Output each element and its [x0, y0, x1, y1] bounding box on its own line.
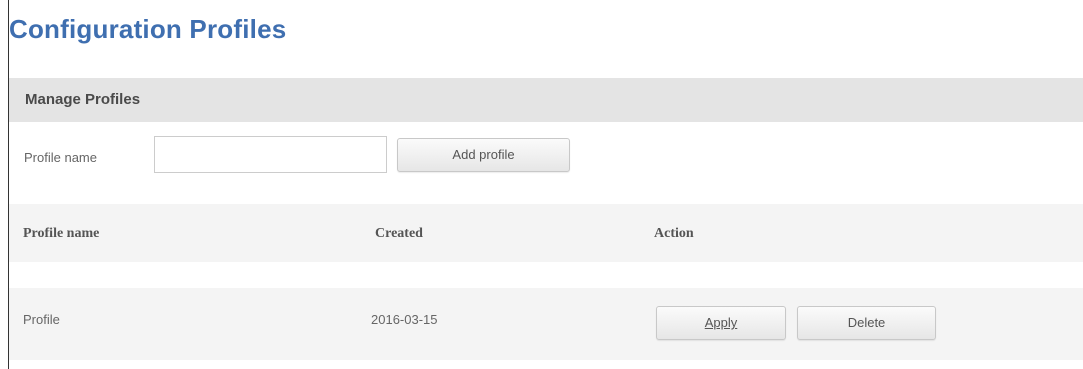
column-header-action: Action — [654, 226, 694, 241]
profile-name-cell: Profile — [23, 312, 60, 327]
manage-profiles-header: Manage Profiles — [9, 78, 1083, 122]
column-header-created: Created — [375, 226, 423, 241]
profile-name-input[interactable] — [154, 136, 387, 173]
page-title: Configuration Profiles — [9, 14, 287, 44]
table-spacer — [9, 262, 1083, 288]
main-panel: Configuration Profiles Manage Profiles P… — [8, 0, 1083, 369]
delete-button[interactable]: Delete — [797, 306, 936, 340]
add-profile-form: Profile name Add profile — [9, 122, 1083, 204]
add-profile-button[interactable]: Add profile — [397, 138, 570, 172]
section-title: Manage Profiles — [25, 91, 141, 108]
apply-button[interactable]: Apply — [656, 306, 786, 340]
table-row: Profile 2016-03-15 Apply Delete — [9, 288, 1083, 360]
created-date-cell: 2016-03-15 — [371, 312, 438, 327]
profiles-table-header: Profile name Created Action — [9, 204, 1083, 262]
apply-button-label: Apply — [704, 315, 738, 330]
profile-name-label: Profile name — [24, 150, 97, 165]
column-header-profile-name: Profile name — [23, 226, 100, 241]
